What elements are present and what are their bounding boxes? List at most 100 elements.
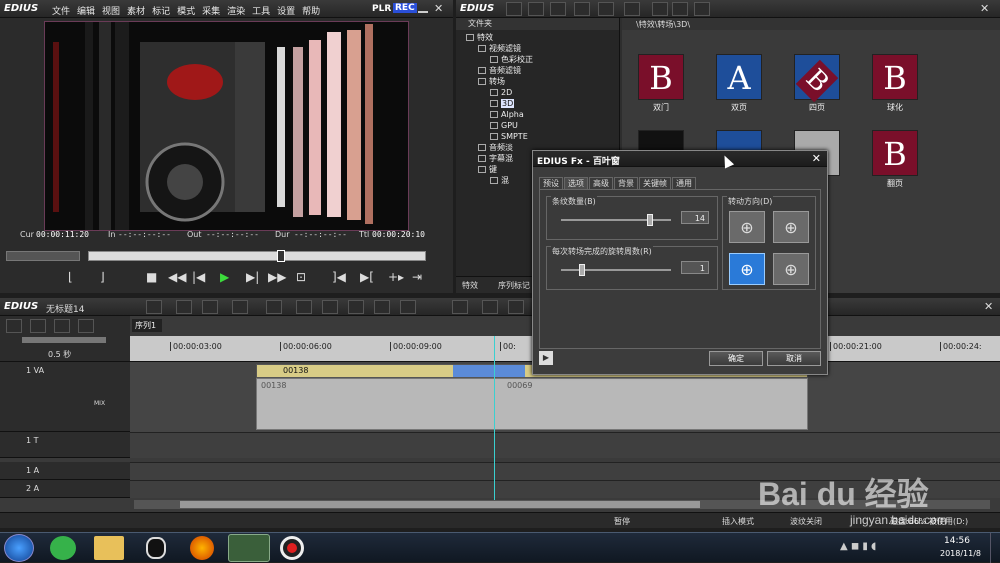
playhead[interactable] [494,336,495,502]
tree-item[interactable]: 色彩校正 [456,54,619,65]
menu-settings[interactable]: 设置 [277,4,295,17]
track-head-2a[interactable]: 2 A [0,480,130,498]
direction-vertical-button[interactable]: ⊕ [729,253,765,285]
timeline-close-icon[interactable]: ✕ [984,300,993,313]
tree-item[interactable]: GPU [456,120,619,131]
effect-double-door-tile[interactable]: B [638,54,684,100]
stop-button[interactable]: ■ [146,270,157,284]
tree-item[interactable]: 转场 [456,76,619,87]
sequence-tab[interactable]: 序列1 [132,319,162,332]
rewind-button[interactable]: ◀◀ [168,270,186,284]
ok-button[interactable]: 确定 [709,351,763,366]
loop-button[interactable]: ⊡ [296,270,306,284]
direction-horizontal-button[interactable]: ⊕ [729,211,765,243]
playback-scrubber[interactable] [88,250,426,262]
set-in-icon[interactable]: ⌊ [68,270,73,284]
search-icon[interactable] [672,2,688,16]
copy-icon[interactable] [322,300,338,314]
menu-mode[interactable]: 模式 [177,4,195,17]
clock-time[interactable]: 14:56 [944,536,970,546]
effect-four-page-tile[interactable]: B [794,54,840,103]
dialog-preview-button[interactable]: ▶ [539,351,553,365]
tab-keyframe[interactable]: 关键帧 [639,177,671,189]
menu-marker[interactable]: 标记 [152,4,170,17]
rotation-thumb[interactable] [579,264,585,276]
delete-clip-icon[interactable] [400,300,416,314]
strip-count-slider[interactable] [561,214,671,226]
three-point-button[interactable]: +▸ [388,270,404,284]
zoom-slider[interactable] [22,337,106,343]
step-forward-button[interactable]: ▶| [246,270,259,284]
play-button[interactable]: ▶ [220,270,229,284]
ripple-delete-icon[interactable] [374,300,390,314]
tab-general[interactable]: 通用 [672,177,696,189]
menu-file[interactable]: 文件 [52,4,70,17]
track-head-1va[interactable]: 1 VA MIX [0,362,130,432]
track-head-1t[interactable]: 1 T [0,432,130,458]
start-button[interactable] [4,534,34,562]
effect-sphere-tile[interactable]: B [872,54,918,100]
tab-background[interactable]: 背景 [614,177,638,189]
up-folder-icon[interactable] [528,2,544,16]
tree-item[interactable]: Alpha [456,109,619,120]
undo-icon[interactable] [452,300,468,314]
link-icon[interactable] [54,319,70,333]
add-to-timeline-icon[interactable] [598,2,614,16]
delete-icon[interactable] [624,2,640,16]
mode-icon[interactable] [6,319,22,333]
menu-capture[interactable]: 采集 [202,4,220,17]
menu-help[interactable]: 帮助 [302,4,320,17]
add-folder-icon[interactable] [550,2,566,16]
properties-icon[interactable] [652,2,668,16]
view-mode-icon[interactable] [694,2,710,16]
menu-tools[interactable]: 工具 [252,4,270,17]
razor-icon[interactable] [508,300,524,314]
open-icon[interactable] [574,2,590,16]
tree-item[interactable]: 2D [456,87,619,98]
open-project-icon[interactable] [202,300,218,314]
tree-item[interactable]: 特效 [456,32,619,43]
cut-icon[interactable] [296,300,312,314]
tree-item[interactable]: 视频滤镜 [456,43,619,54]
menu-render[interactable]: 渲染 [227,4,245,17]
tree-item[interactable]: SMPTE [456,131,619,142]
taskbar-app-qq-icon[interactable] [146,537,166,559]
overwrite-button[interactable]: ▶[ [360,270,374,284]
folder-icon[interactable] [506,2,522,16]
scrubber-handle[interactable] [277,250,285,262]
audio-clip-part[interactable]: 00138 00069 [256,378,808,430]
taskbar-app-record-icon[interactable] [280,536,304,560]
shuttle-slider[interactable] [6,251,80,261]
import-icon[interactable] [232,300,248,314]
strip-count-input[interactable]: 14 [681,211,709,224]
menu-edit[interactable]: 编辑 [77,4,95,17]
scroll-thumb[interactable] [180,501,700,508]
redo-icon[interactable] [482,300,498,314]
direction-vertical-reverse-button[interactable]: ⊕ [773,253,809,285]
track-head-1a[interactable]: 1 A [0,462,130,480]
taskbar-app-edius-icon[interactable] [228,534,270,562]
settings-icon[interactable] [30,319,46,333]
fast-forward-button[interactable]: ▶▶ [268,270,286,284]
tree-item[interactable]: 3D [456,98,619,109]
show-desktop-button[interactable] [990,533,1000,563]
tab-preset[interactable]: 预设 [539,177,563,189]
close-icon[interactable]: ✕ [434,2,443,15]
set-out-icon[interactable]: ⌋ [100,270,105,284]
menu-clip[interactable]: 素材 [127,4,145,17]
transition-marker[interactable] [453,365,525,377]
tab-sequence-markers[interactable]: 序列标记 [498,280,530,291]
plr-toggle[interactable]: PLR [372,4,391,14]
sync-icon[interactable] [78,319,94,333]
effect-page-flip-tile[interactable]: B [872,130,918,176]
output-button[interactable]: ⇥ [412,270,422,284]
menu-view[interactable]: 视图 [102,4,120,17]
paste-icon[interactable] [348,300,364,314]
direction-horizontal-reverse-button[interactable]: ⊕ [773,211,809,243]
bin-close-icon[interactable]: ✕ [980,2,989,15]
taskbar-app-explorer-icon[interactable] [94,536,124,560]
clock-date[interactable]: 2018/11/8 [940,549,981,558]
effect-double-page-tile[interactable]: A [716,54,762,100]
minimize-button[interactable] [418,3,428,13]
tab-advanced[interactable]: 高级 [589,177,613,189]
